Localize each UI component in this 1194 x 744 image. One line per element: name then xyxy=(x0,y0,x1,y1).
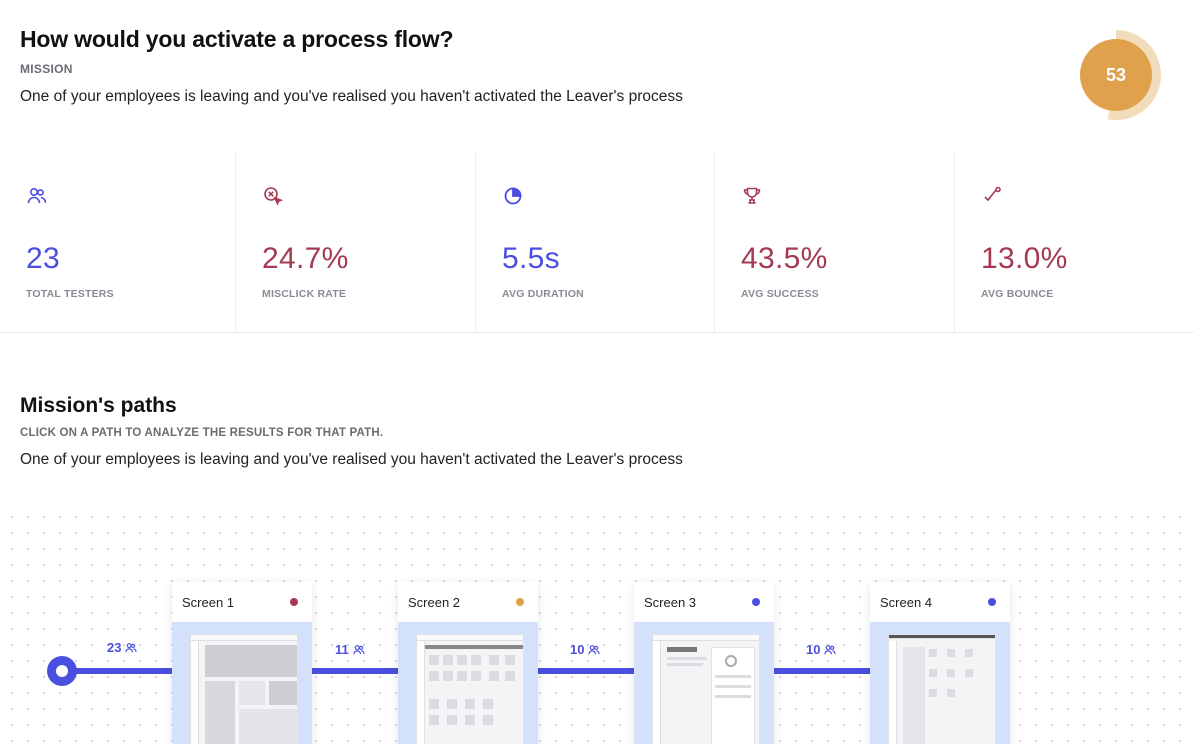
stat-avg-duration: 5.5s AVG DURATION xyxy=(476,152,715,333)
stat-value: 24.7% xyxy=(262,242,349,275)
users-icon xyxy=(824,644,837,654)
bounce-icon xyxy=(984,186,1001,202)
stat-value: 23 xyxy=(26,242,60,275)
stat-label: MISCLICK RATE xyxy=(262,288,347,300)
stat-label: AVG SUCCESS xyxy=(741,288,819,300)
score-gauge: 53 xyxy=(1071,30,1161,120)
path-connector[interactable] xyxy=(312,668,400,674)
screen-thumbnail[interactable] xyxy=(416,634,524,744)
screen-name: Screen 4 xyxy=(880,594,933,610)
screen-thumbnail[interactable] xyxy=(888,634,996,744)
users-icon xyxy=(353,644,365,654)
pie-clock-icon xyxy=(504,187,522,205)
path-count: 10 xyxy=(806,642,837,657)
path-connector[interactable] xyxy=(538,668,636,674)
stat-value: 5.5s xyxy=(502,242,560,275)
score-value: 53 xyxy=(1080,39,1152,111)
stat-misclick-rate: 24.7% MISCLICK RATE xyxy=(236,152,476,333)
paths-title: Mission's paths xyxy=(20,394,177,417)
users-icon xyxy=(27,187,47,204)
mission-title: How would you activate a process flow? xyxy=(20,26,454,52)
stat-label: TOTAL TESTERS xyxy=(26,288,114,300)
screen-card-2[interactable]: Screen 2 xyxy=(398,582,538,744)
users-icon xyxy=(588,644,601,654)
mission-header: How would you activate a process flow? M… xyxy=(20,26,1020,106)
stat-label: AVG BOUNCE xyxy=(981,288,1054,300)
path-count-value: 23 xyxy=(107,640,122,655)
stat-avg-bounce: 13.0% AVG BOUNCE xyxy=(955,152,1194,333)
stat-total-testers: 23 TOTAL TESTERS xyxy=(0,152,236,333)
misclick-icon xyxy=(264,187,283,206)
screen-name: Screen 2 xyxy=(408,594,461,610)
screen-name: Screen 3 xyxy=(644,594,697,610)
status-dot xyxy=(988,598,996,606)
path-count: 23 xyxy=(107,640,138,655)
mission-caption: MISSION xyxy=(20,62,73,76)
path-connector[interactable] xyxy=(62,668,174,674)
path-connector[interactable] xyxy=(774,668,872,674)
path-start-node[interactable] xyxy=(47,656,77,686)
path-count-value: 11 xyxy=(335,642,349,657)
stat-label: AVG DURATION xyxy=(502,288,584,300)
path-count: 11 xyxy=(335,642,365,657)
path-count-value: 10 xyxy=(806,642,821,657)
stat-value: 13.0% xyxy=(981,242,1068,275)
screen-thumbnail[interactable] xyxy=(190,634,298,744)
paths-caption: CLICK ON A PATH TO ANALYZE THE RESULTS F… xyxy=(20,427,384,439)
screen-card-4[interactable]: Screen 4 xyxy=(870,582,1010,744)
status-dot xyxy=(290,598,298,606)
path-flow-canvas[interactable]: 23 11 10 10 Screen 1 Screen 2 Screen 3 S… xyxy=(0,505,1194,744)
screen-name: Screen 1 xyxy=(182,594,235,610)
screen-card-3[interactable]: Screen 3 xyxy=(634,582,774,744)
users-icon xyxy=(125,642,138,652)
trophy-icon xyxy=(743,187,761,204)
status-dot xyxy=(516,598,524,606)
screen-thumbnail[interactable] xyxy=(652,634,760,744)
path-count: 10 xyxy=(570,642,601,657)
paths-description: One of your employees is leaving and you… xyxy=(20,451,683,468)
screen-card-1[interactable]: Screen 1 xyxy=(172,582,312,744)
stats-row: 23 TOTAL TESTERS 24.7% MISCLICK RATE 5.5… xyxy=(0,152,1194,333)
path-count-value: 10 xyxy=(570,642,585,657)
stat-value: 43.5% xyxy=(741,242,828,275)
mission-description: One of your employees is leaving and you… xyxy=(20,88,683,105)
stat-avg-success: 43.5% AVG SUCCESS xyxy=(715,152,955,333)
paths-header: Mission's paths CLICK ON A PATH TO ANALY… xyxy=(20,394,1020,469)
status-dot xyxy=(752,598,760,606)
